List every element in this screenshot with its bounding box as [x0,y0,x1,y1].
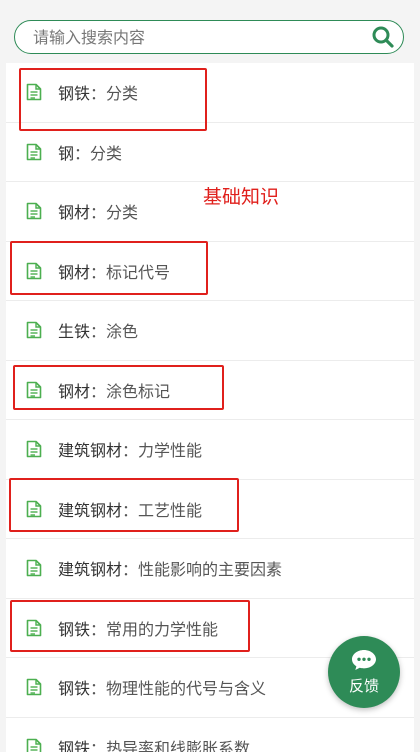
document-icon [26,678,42,696]
list-item-separator: ： [74,143,91,163]
list-item-separator: ： [122,441,139,461]
document-icon [26,143,42,161]
list-item-text: 建筑钢材：工艺性能 [58,497,202,521]
document-icon [26,440,42,458]
feedback-button[interactable]: 反馈 [328,636,400,708]
list-item[interactable]: 建筑钢材：性能影响的主要因素 [6,539,414,599]
list-item[interactable]: 建筑钢材：工艺性能 [6,480,414,539]
list-item-category: 建筑钢材 [58,560,123,580]
list-item-text: 钢铁：物理性能的代号与含义 [58,675,266,699]
annotation-label: 基础知识 [203,186,280,208]
list-item-separator: ： [90,322,107,342]
list-item-text: 钢铁：常用的力学性能 [58,616,218,640]
list-item-text: 钢材：涂色标记 [58,378,170,402]
list-item-text: 建筑钢材：力学性能 [58,437,202,461]
list-item[interactable]: 生铁：涂色 [6,301,414,361]
list-item-text: 钢铁：分类 [58,80,138,104]
list-item-title: 标记代号 [106,262,171,282]
list-item-separator: ： [90,84,107,104]
list-item-title: 热导率和线膨胀系数 [106,738,251,752]
list-item-title: 分类 [90,143,123,163]
list-item[interactable]: 钢：分类 [6,123,414,182]
list-item[interactable]: 钢材：涂色标记 [6,361,414,420]
list-item[interactable]: 钢材：标记代号 [6,242,414,301]
list-item-category: 钢铁 [58,84,91,104]
document-icon [26,262,42,280]
list-item-title: 分类 [106,203,139,223]
list-item-category: 钢 [58,143,75,163]
list-item[interactable]: 钢铁：热导率和线膨胀系数 [6,718,414,752]
list-item-separator: ： [90,619,107,639]
list-item-text: 钢：分类 [58,140,122,164]
document-icon [26,83,42,101]
document-icon [26,321,42,339]
document-icon [26,738,42,752]
list-item[interactable]: 钢铁：分类 [6,63,414,123]
search-icon[interactable] [371,25,395,49]
list-item[interactable]: 建筑钢材：力学性能 [6,420,414,480]
list-item-text: 生铁：涂色 [58,318,138,342]
list-item-category: 建筑钢材 [58,500,123,520]
list-item-separator: ： [90,203,107,223]
list-item-category: 钢材 [58,203,91,223]
list-item-title: 常用的力学性能 [106,619,219,639]
list-item-text: 钢材：标记代号 [58,259,170,283]
feedback-label: 反馈 [348,676,379,695]
list-item-category: 建筑钢材 [58,441,123,461]
list-item-category: 生铁 [58,322,91,342]
list-item-title: 分类 [106,84,139,104]
document-icon [26,559,42,577]
list-item-separator: ： [90,738,107,752]
document-icon [26,381,42,399]
list-item-title: 涂色标记 [106,381,171,401]
list-item-text: 建筑钢材：性能影响的主要因素 [58,556,282,580]
list-item-category: 钢铁 [58,619,91,639]
list-item-title: 涂色 [106,322,139,342]
list-item-separator: ： [122,500,139,520]
list-item-text: 钢铁：热导率和线膨胀系数 [58,735,250,752]
list-item-category: 钢铁 [58,738,91,752]
list-item-separator: ： [90,679,107,699]
list-item-separator: ： [90,381,107,401]
list-item-separator: ： [122,560,139,580]
list-item-text: 钢材：分类 [58,199,138,223]
document-icon [26,500,42,518]
list-item-title: 力学性能 [138,441,203,461]
search-bar[interactable] [14,20,404,54]
list-item-category: 钢铁 [58,679,91,699]
chat-bubble-icon [352,649,376,670]
list-item-category: 钢材 [58,262,91,282]
list-item-category: 钢材 [58,381,91,401]
list-item-title: 物理性能的代号与含义 [106,679,267,699]
list-item-title: 工艺性能 [138,500,203,520]
list-item-separator: ： [90,262,107,282]
list-item-title: 性能影响的主要因素 [138,560,283,580]
document-icon [26,619,42,637]
search-input[interactable] [33,27,371,47]
document-icon [26,202,42,220]
